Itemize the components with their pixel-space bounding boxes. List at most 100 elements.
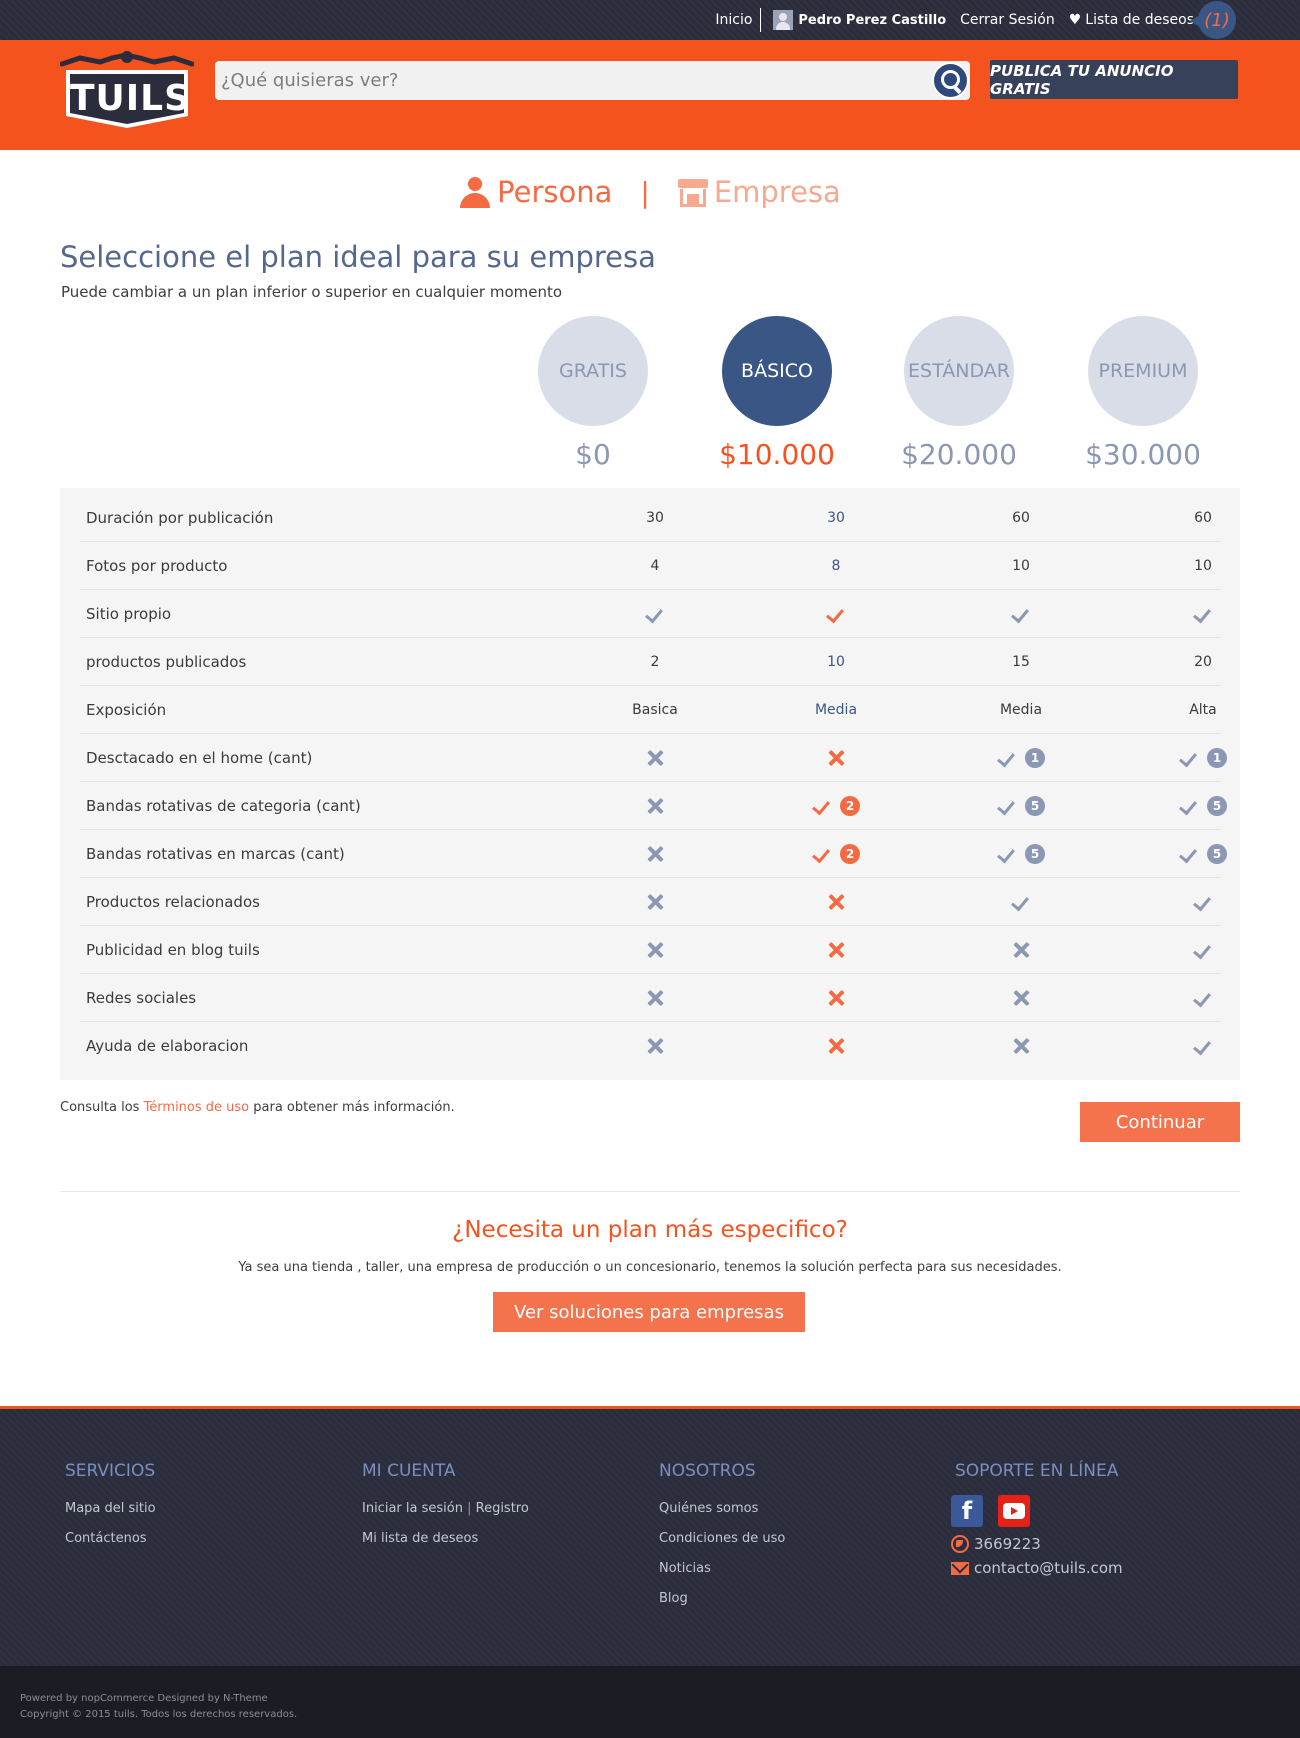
- site-footer: SERVICIOS Mapa del sitio Contáctenos MI …: [0, 1406, 1300, 1666]
- feature-cell: [1133, 892, 1273, 912]
- email-address[interactable]: contacto@tuils.com: [974, 1559, 1123, 1577]
- continue-button[interactable]: Continuar: [1080, 1102, 1240, 1142]
- feature-value: 8: [831, 557, 841, 574]
- feature-row: Fotos por producto 4 8 10 10: [80, 542, 1220, 590]
- feature-value: 10: [1194, 557, 1212, 574]
- cross-icon: [645, 940, 665, 960]
- plan-circle[interactable]: PREMIUM: [1088, 316, 1198, 426]
- count-badge: 5: [1025, 795, 1045, 816]
- feature-cell: [951, 940, 1091, 960]
- cross-icon: [645, 796, 665, 816]
- youtube-icon[interactable]: [998, 1495, 1030, 1527]
- check-icon: [1193, 892, 1213, 912]
- feature-cell: Media: [951, 702, 1091, 718]
- plan-premium[interactable]: PREMIUM $30.000: [1085, 316, 1201, 471]
- feature-label: Fotos por producto: [86, 556, 228, 575]
- check-icon: [997, 844, 1017, 864]
- feature-cell: [1133, 940, 1273, 960]
- footer-link-about[interactable]: Quiénes somos: [659, 1501, 785, 1516]
- cross-icon: [826, 940, 846, 960]
- footer-link-blog[interactable]: Blog: [659, 1591, 785, 1606]
- tab-persona[interactable]: Persona: [459, 175, 612, 209]
- feature-row: productos publicados 2 10 15 20: [80, 638, 1220, 686]
- logout-link[interactable]: Cerrar Sesión: [960, 12, 1055, 28]
- plan-basico[interactable]: BÁSICO $10.000: [719, 316, 835, 471]
- feature-label: Ayuda de elaboracion: [86, 1037, 249, 1055]
- feature-cell: 8: [766, 558, 906, 574]
- feature-row: Exposición Basica Media Media Alta: [80, 686, 1220, 734]
- publish-ad-button[interactable]: PUBLICA TU ANUNCIO GRATIS: [990, 60, 1238, 99]
- home-link[interactable]: Inicio: [715, 12, 752, 28]
- feature-cell: [1133, 1036, 1273, 1056]
- feature-value: 30: [646, 509, 664, 526]
- footer-link-contact[interactable]: Contáctenos: [65, 1531, 156, 1546]
- footer-link-wishlist[interactable]: Mi lista de deseos: [362, 1531, 529, 1546]
- feature-value: Alta: [1189, 701, 1217, 718]
- cross-icon: [645, 748, 665, 768]
- feature-label: Exposición: [86, 700, 167, 719]
- feature-cell: [766, 892, 906, 912]
- plan-circle[interactable]: GRATIS: [538, 316, 648, 426]
- cross-icon: [645, 988, 665, 1008]
- footer-link-terms[interactable]: Condiciones de uso: [659, 1531, 785, 1546]
- feature-cell: 10: [1133, 558, 1273, 574]
- count-badge: 1: [1207, 747, 1227, 768]
- footer-link-register[interactable]: Registro: [476, 1501, 529, 1516]
- logo-wordmark: TUILS: [70, 78, 192, 119]
- powered-by: Powered by nopCommerce Designed by N-The…: [20, 1693, 268, 1704]
- feature-cell: 60: [951, 510, 1091, 526]
- social-links: f: [951, 1495, 1123, 1527]
- check-icon: [1193, 604, 1213, 624]
- copyright-bar: Powered by nopCommerce Designed by N-The…: [0, 1666, 1300, 1738]
- feature-value: 4: [650, 557, 660, 574]
- feature-cell: 1: [951, 747, 1091, 768]
- check-icon: [812, 796, 832, 816]
- feature-row: Bandas rotativas en marcas (cant) 2 5 5: [80, 830, 1227, 878]
- cross-icon: [645, 844, 665, 864]
- user-avatar-icon: [773, 10, 794, 30]
- feature-label: Productos relacionados: [86, 892, 260, 911]
- user-account-link[interactable]: Pedro Perez Castillo: [773, 10, 946, 30]
- feature-cell: [951, 604, 1091, 624]
- business-solutions-button[interactable]: Ver soluciones para empresas: [493, 1292, 805, 1332]
- cross-icon: [645, 892, 665, 912]
- footer-link-sitemap[interactable]: Mapa del sitio: [65, 1501, 156, 1516]
- feature-cell: 10: [766, 654, 906, 670]
- tuils-logo[interactable]: TUILS: [59, 50, 195, 128]
- wishlist-count-badge[interactable]: (1): [1190, 1, 1236, 39]
- feature-value: 60: [1194, 509, 1212, 526]
- feature-value: 20: [1194, 653, 1212, 670]
- divider: [760, 8, 762, 32]
- feature-cell: 30: [585, 510, 725, 526]
- plan-circle[interactable]: BÁSICO: [722, 316, 832, 426]
- footer-link-news[interactable]: Noticias: [659, 1561, 785, 1576]
- feature-cell: 60: [1133, 510, 1273, 526]
- wishlist-link[interactable]: ♥ Lista de deseos: [1069, 12, 1194, 28]
- feature-row: Publicidad en blog tuils: [80, 926, 1220, 974]
- search-icon[interactable]: [932, 62, 969, 99]
- feature-cell: Alta: [1133, 702, 1273, 718]
- plan-estandar[interactable]: ESTÁNDAR $20.000: [901, 316, 1017, 471]
- support-email[interactable]: contacto@tuils.com: [951, 1559, 1123, 1577]
- terms-text-after: para obtener más información.: [249, 1100, 455, 1115]
- plan-gratis[interactable]: GRATIS $0: [538, 316, 648, 471]
- feature-label: Bandas rotativas de categoria (cant): [86, 796, 361, 815]
- tab-empresa-label: Empresa: [713, 175, 841, 209]
- feature-value: Media: [814, 701, 858, 718]
- feature-cell: [585, 1036, 725, 1056]
- footer-account-links: Iniciar la sesión | Registro: [362, 1501, 529, 1516]
- feature-row: Sitio propio: [80, 590, 1220, 638]
- facebook-icon[interactable]: f: [951, 1495, 983, 1527]
- feature-cell: [766, 748, 906, 768]
- terms-link[interactable]: Términos de uso: [144, 1100, 250, 1115]
- plan-circle[interactable]: ESTÁNDAR: [904, 316, 1014, 426]
- feature-value: 60: [1012, 509, 1030, 526]
- feature-row: Desctacado en el home (cant) 1 1: [80, 734, 1227, 782]
- feature-label: Publicidad en blog tuils: [86, 940, 260, 959]
- footer-link-login[interactable]: Iniciar la sesión: [362, 1501, 463, 1516]
- tab-empresa[interactable]: Empresa: [677, 175, 841, 209]
- search-input[interactable]: [215, 61, 915, 100]
- feature-cell: [585, 892, 725, 912]
- user-name: Pedro Perez Castillo: [798, 12, 947, 28]
- plan-price: $20.000: [901, 438, 1017, 471]
